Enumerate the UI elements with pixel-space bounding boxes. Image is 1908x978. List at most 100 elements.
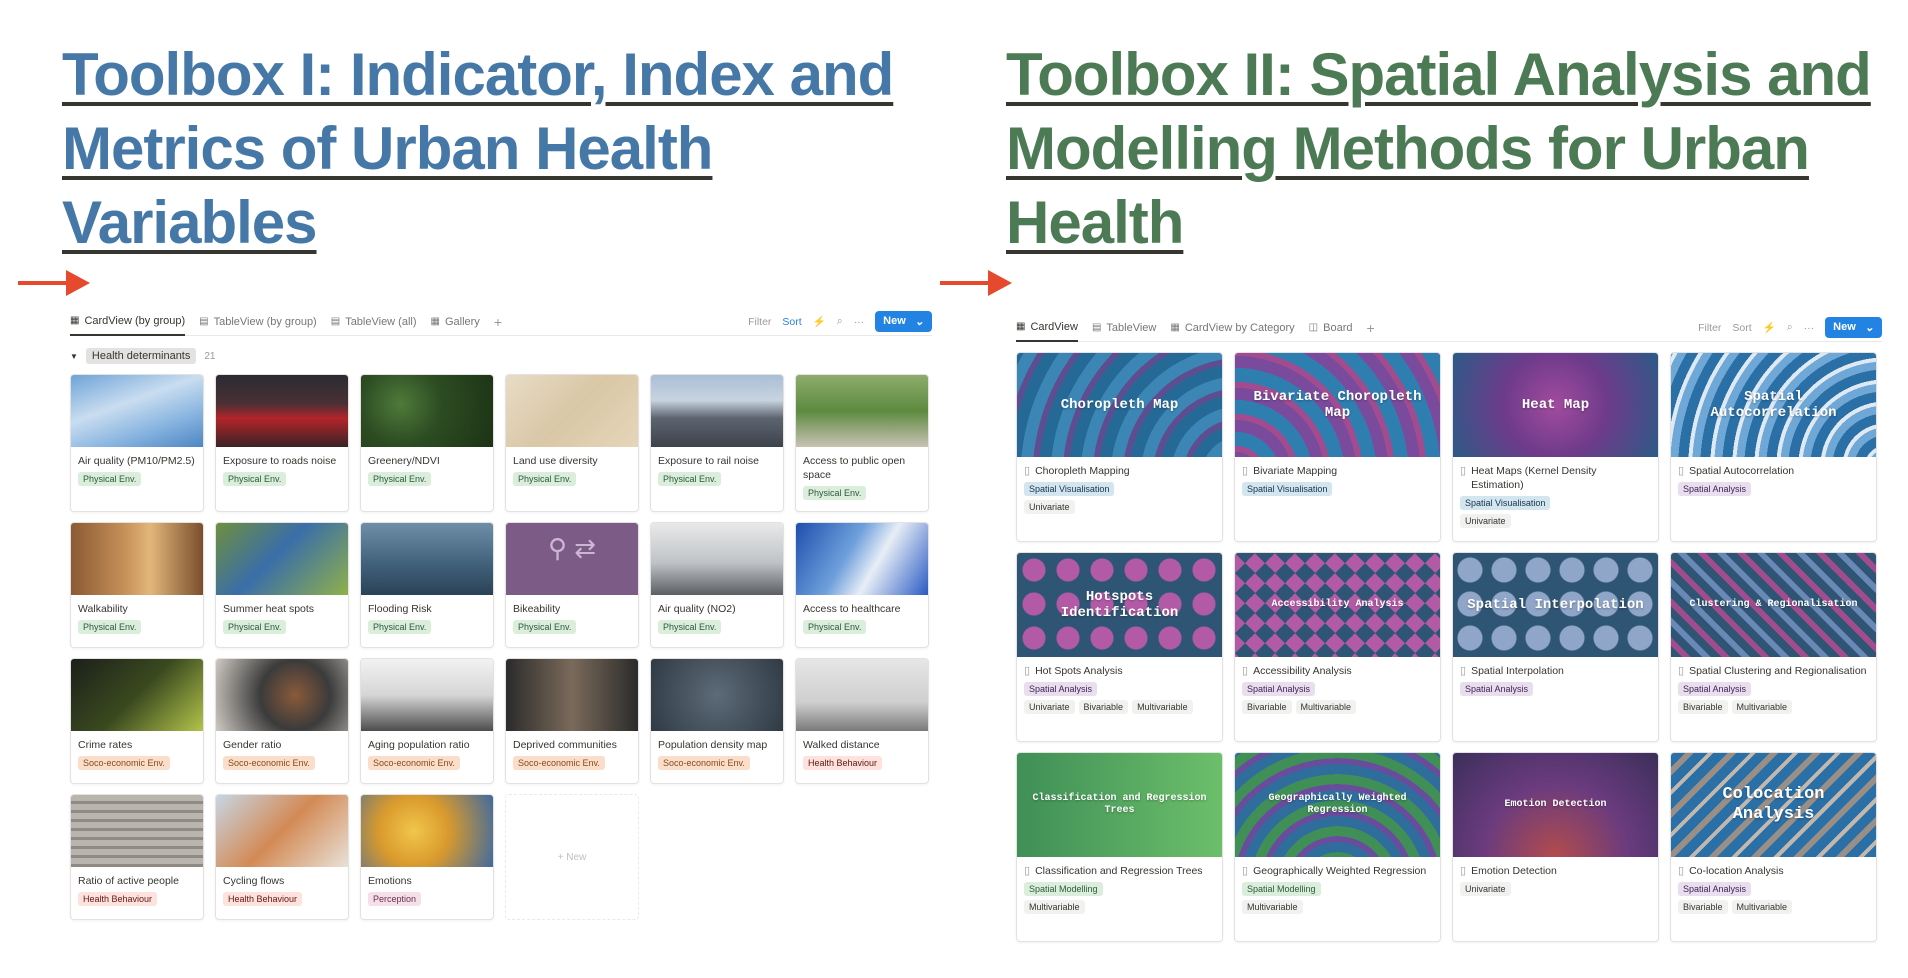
category-tag: Spatial Analysis [1678, 482, 1752, 496]
category-tag: Health Behaviour [78, 892, 158, 906]
card-open-space[interactable]: Access to public open space Physical Env. [795, 374, 929, 512]
page-icon: ▯ [1242, 665, 1249, 677]
card-deprived-communities[interactable]: Deprived communities Soco-economic Env. [505, 658, 639, 784]
tab-gallery[interactable]: ▦ Gallery [431, 308, 480, 336]
card-population-density[interactable]: Population density map Soco-economic Env. [650, 658, 784, 784]
cover-image [506, 659, 638, 731]
card-cart[interactable]: Classification and Regression Trees ▯ Clas… [1016, 752, 1223, 942]
cover-image [71, 523, 203, 595]
new-button[interactable]: New ⌄ [875, 311, 932, 332]
cover-image: Hotspots Identification [1017, 553, 1222, 657]
add-view-icon[interactable]: + [494, 314, 502, 330]
filter-button[interactable]: Filter [748, 316, 771, 328]
card-interpolation[interactable]: Spatial Interpolation ▯ Spatial Interpolat… [1452, 552, 1659, 742]
card-heat-spots[interactable]: Summer heat spots Physical Env. [215, 522, 349, 648]
card-autocorrelation[interactable]: Spatial Autocorrelation ▯ Spatial Autocorr… [1670, 352, 1877, 542]
sort-button[interactable]: Sort [782, 316, 801, 328]
toolbox-2-title-link[interactable]: Toolbox II: Spatial Analysis and Modelli… [1006, 38, 1886, 260]
page-icon: ▯ [1024, 665, 1031, 677]
group-header[interactable]: ▼ Health determinants 21 [70, 342, 932, 370]
tab-cardview-by-group[interactable]: ▦ CardView (by group) [70, 308, 186, 336]
card-walkability[interactable]: Walkability Physical Env. [70, 522, 204, 648]
page-icon: ▯ [1024, 865, 1031, 877]
variable-tag: Bivariable [1678, 700, 1728, 714]
tab-cardview[interactable]: ▦ CardView [1016, 314, 1078, 342]
card-healthcare[interactable]: Access to healthcare Physical Env. [795, 522, 929, 648]
card-clustering[interactable]: Clustering & Regionalisation ▯ Spatial Clu… [1670, 552, 1877, 742]
filter-button[interactable]: Filter [1698, 322, 1721, 334]
variable-tag: Multivariable [1242, 900, 1303, 914]
toggle-triangle-icon[interactable]: ▼ [70, 352, 78, 361]
category-tag: Soco-economic Env. [368, 756, 460, 770]
card-choropleth[interactable]: Choropleth Map ▯ Choropleth Mapping Spatial… [1016, 352, 1223, 542]
search-icon[interactable]: ⌕ [837, 315, 843, 328]
card-land-use[interactable]: Land use diversity Physical Env. [505, 374, 639, 512]
card-air-quality-pm[interactable]: Air quality (PM10/PM2.5) Physical Env. [70, 374, 204, 512]
card-aging-population[interactable]: Aging population ratio Soco-economic Env. [360, 658, 494, 784]
category-tag: Physical Env. [368, 472, 432, 486]
sort-button[interactable]: Sort [1732, 322, 1751, 334]
variable-tag: Multivariable [1731, 900, 1793, 914]
cover-image [71, 795, 203, 867]
variable-tag: Multivariable [1024, 900, 1085, 914]
tab-tableview[interactable]: ▤ TableView [1092, 314, 1156, 342]
cover-image [361, 659, 493, 731]
card-rail-noise[interactable]: Exposure to rail noise Physical Env. [650, 374, 784, 512]
card-roads-noise[interactable]: Exposure to roads noise Physical Env. [215, 374, 349, 512]
category-tag: Physical Env. [223, 620, 287, 634]
card-emotions[interactable]: Emotions Perception [360, 794, 494, 920]
variable-tag: Bivariable [1678, 900, 1728, 914]
chevron-down-icon[interactable]: ⌄ [915, 315, 924, 328]
search-icon[interactable]: ⌕ [1787, 321, 1793, 334]
tab-tableview-all[interactable]: ▤ TableView (all) [331, 308, 417, 336]
card-gwr[interactable]: Geographically Weighted Regression ▯ Geogr… [1234, 752, 1441, 942]
card-walked-distance[interactable]: Walked distance Health Behaviour [795, 658, 929, 784]
card-gender-ratio[interactable]: Gender ratio Soco-economic Env. [215, 658, 349, 784]
card-heat-map[interactable]: Heat Map ▯ Heat Maps (Kernel Density Estim… [1452, 352, 1659, 542]
tab-cardview-by-category[interactable]: ▦ CardView by Category [1170, 314, 1294, 342]
automation-icon[interactable]: ⚡ [1763, 321, 1776, 334]
tab-tableview-by-group[interactable]: ▤ TableView (by group) [199, 308, 317, 336]
cover-image [651, 523, 783, 595]
cover-image [71, 375, 203, 447]
cover-image: Clustering & Regionalisation [1671, 553, 1876, 657]
red-arrow-icon [940, 270, 1012, 296]
new-card-button[interactable]: + New [505, 794, 639, 920]
add-view-icon[interactable]: + [1366, 320, 1374, 336]
gallery-icon: ▦ [430, 316, 440, 327]
category-tag: Health Behaviour [223, 892, 303, 906]
tab-board[interactable]: ◫ Board [1309, 314, 1353, 342]
cover-image [361, 795, 493, 867]
card-cycling-flows[interactable]: Cycling flows Health Behaviour [215, 794, 349, 920]
card-active-people[interactable]: Ratio of active people Health Behaviour [70, 794, 204, 920]
cover-image [796, 375, 928, 447]
cover-image: Accessibility Analysis [1235, 553, 1440, 657]
automation-icon[interactable]: ⚡ [813, 315, 826, 328]
chevron-down-icon[interactable]: ⌄ [1865, 321, 1874, 334]
category-tag: Soco-economic Env. [223, 756, 315, 770]
variable-tag: Multivariable [1132, 700, 1193, 714]
card-colocation[interactable]: Colocation Analysis ▯ Co-location Analysis… [1670, 752, 1877, 942]
card-flooding[interactable]: Flooding Risk Physical Env. [360, 522, 494, 648]
card-accessibility[interactable]: Accessibility Analysis ▯ Accessibility Ana… [1234, 552, 1441, 742]
toolbox-1-panel: Toolbox I: Indicator, Index and Metrics … [0, 0, 940, 978]
variable-tag: Bivariable [1242, 700, 1292, 714]
category-tag: Physical Env. [658, 472, 722, 486]
card-crime-rates[interactable]: Crime rates Soco-economic Env. [70, 658, 204, 784]
card-hot-spots[interactable]: Hotspots Identification ▯ Hot Spots Analys… [1016, 552, 1223, 742]
new-button[interactable]: New ⌄ [1825, 317, 1882, 338]
card-air-quality-no2[interactable]: Air quality (NO2) Physical Env. [650, 522, 784, 648]
category-tag: Spatial Modelling [1024, 882, 1103, 896]
category-tag: Perception [368, 892, 422, 906]
card-bivariate[interactable]: Bivariate Choropleth Map ▯ Bivariate Mappi… [1234, 352, 1441, 542]
more-icon[interactable]: ··· [854, 316, 865, 328]
table-icon: ▤ [330, 316, 341, 327]
toolbox-1-title-link[interactable]: Toolbox I: Indicator, Index and Metrics … [62, 38, 922, 260]
page-icon: ▯ [1242, 865, 1249, 877]
card-greenery[interactable]: Greenery/NDVI Physical Env. [360, 374, 494, 512]
card-bikeability[interactable]: ⚲ ⇄ Bikeability Physical Env. [505, 522, 639, 648]
more-icon[interactable]: ··· [1804, 322, 1815, 334]
card-emotion-detection[interactable]: Emotion Detection ▯ Emotion Detection Univa… [1452, 752, 1659, 942]
toolbox-1-database-view: ▦ CardView (by group) ▤ TableView (by grou… [70, 308, 932, 920]
variable-tag: Univariate [1024, 500, 1075, 514]
